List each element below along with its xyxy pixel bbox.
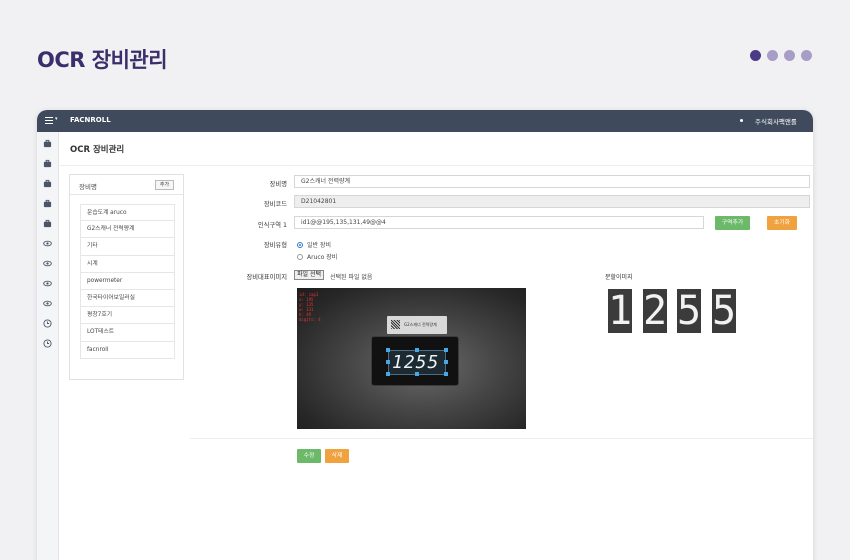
device-code-input[interactable]: D21042801 [294,195,810,208]
eye-icon[interactable] [43,239,52,248]
list-item[interactable]: G2스캐너 전력량계 [80,221,175,239]
file-select-button[interactable]: 파일 선택 [294,270,324,280]
top-navbar: ▾ FACNROLL 주식회사팩앤롤 [37,110,813,132]
device-list: 운습도계 aruco G2스캐너 전력량계 기타 시계 powermeter 한… [80,204,175,359]
eye-icon[interactable] [43,259,52,268]
qr-code-icon [391,320,400,329]
list-item[interactable]: facnroll [80,341,175,359]
reset-button[interactable]: 초기화 [767,216,797,230]
menu-icon[interactable] [45,117,53,124]
app-window: ▾ FACNROLL 주식회사팩앤롤 OCR 장비관리 장비명 추가 운습도계 … [37,110,813,560]
briefcase-icon[interactable] [43,179,52,188]
user-status-dot [740,119,743,122]
ocr-line: digits: 4 [299,317,321,322]
device-list-panel: 장비명 추가 운습도계 aruco G2스캐너 전력량계 기타 시계 power… [69,174,184,380]
briefcase-icon[interactable] [43,159,52,168]
list-item[interactable]: 운습도계 aruco [80,204,175,222]
meter-device: 1255 [371,336,459,386]
device-label-card: G2스캐너 전력량계 [387,316,447,334]
caret-icon[interactable]: ▾ [55,116,58,122]
add-region-button[interactable]: 구역추가 [715,216,750,230]
pagination-dot-3[interactable] [784,50,795,61]
briefcase-icon[interactable] [43,139,52,148]
type-option-aruco[interactable]: Aruco 장비 [297,252,337,261]
list-item[interactable]: 평창7호기 [80,307,175,325]
radio-general[interactable] [297,241,303,248]
label-card-text: G2스캐너 전력량계 [404,322,437,327]
region-input[interactable]: id1@@195,135,131,49@@4 [294,216,704,229]
briefcase-icon[interactable] [43,199,52,208]
list-item[interactable]: powermeter [80,272,175,290]
crop-digit-image: 5 [712,289,736,333]
briefcase-icon[interactable] [43,219,52,228]
radio-general-label: 일반 장비 [307,242,331,249]
type-option-general[interactable]: 일반 장비 [297,240,331,249]
radio-aruco-label: Aruco 장비 [307,254,338,261]
page-title: OCR 장비관리 [70,145,125,155]
list-item[interactable]: 한국타이어보일러실 [80,289,175,308]
list-item[interactable]: 기타 [80,238,175,256]
region-handle[interactable] [415,348,419,352]
crop-digit: 1 [608,289,632,333]
ocr-overlay-text: id: cap1 x: 195 y: 135 w: 131 h: 49 digi… [299,292,321,322]
sidebar [37,132,59,560]
pagination-dot-4[interactable] [801,50,812,61]
region-handle[interactable] [415,372,419,376]
crop-digit-image: 1 [608,289,632,333]
device-name-label: 장비명 [269,181,287,188]
radio-aruco[interactable] [297,253,303,260]
add-device-button[interactable]: 추가 [155,180,174,190]
file-status: 선택된 파일 없음 [330,274,373,281]
main-content: OCR 장비관리 장비명 추가 운습도계 aruco G2스캐너 전력량계 기타… [60,132,813,560]
edit-button[interactable]: 수정 [297,449,321,463]
region-handle[interactable] [386,360,390,364]
image-label: 장비대표이미지 [246,274,287,281]
crop-digit-image: 5 [677,289,701,333]
device-list-title: 장비명 [79,183,97,191]
device-code-label: 장비코드 [263,201,287,208]
crop-digit: 5 [712,289,736,333]
crop-digit-image: 2 [643,289,667,333]
region-label: 인식구역 1 [257,222,287,229]
region-handle[interactable] [444,372,448,376]
eye-icon[interactable] [43,279,52,288]
page-heading-bar: OCR 장비관리 [60,132,813,166]
region-handle[interactable] [444,360,448,364]
delete-button[interactable]: 삭제 [325,449,349,463]
clock-icon[interactable] [43,339,52,348]
slide-title: OCR 장비관리 [37,48,168,72]
region-handle[interactable] [386,348,390,352]
pagination-dots [750,50,812,61]
list-item[interactable]: LOT테스트 [80,324,175,342]
region-handle[interactable] [444,348,448,352]
eye-icon[interactable] [43,299,52,308]
user-name[interactable]: 주식회사팩앤롤 [755,116,797,126]
device-type-label: 장비유형 [263,242,287,249]
form-divider [190,438,813,439]
device-list-header: 장비명 추가 [70,175,183,195]
app-brand: FACNROLL [70,116,111,124]
region-handle[interactable] [386,372,390,376]
clock-icon[interactable] [43,319,52,328]
crop-digit: 2 [643,289,667,333]
crop-digit: 5 [677,289,701,333]
pagination-dot-2[interactable] [767,50,778,61]
pagination-dot-1[interactable] [750,50,761,61]
device-name-input[interactable]: G2스캐너 전력량계 [294,175,810,188]
meter-reading: 1255 [392,352,440,373]
list-item[interactable]: 시계 [80,255,175,273]
crop-images-label: 분할이미지 [605,274,633,281]
device-image-preview[interactable]: id: cap1 x: 195 y: 135 w: 131 h: 49 digi… [297,288,526,429]
